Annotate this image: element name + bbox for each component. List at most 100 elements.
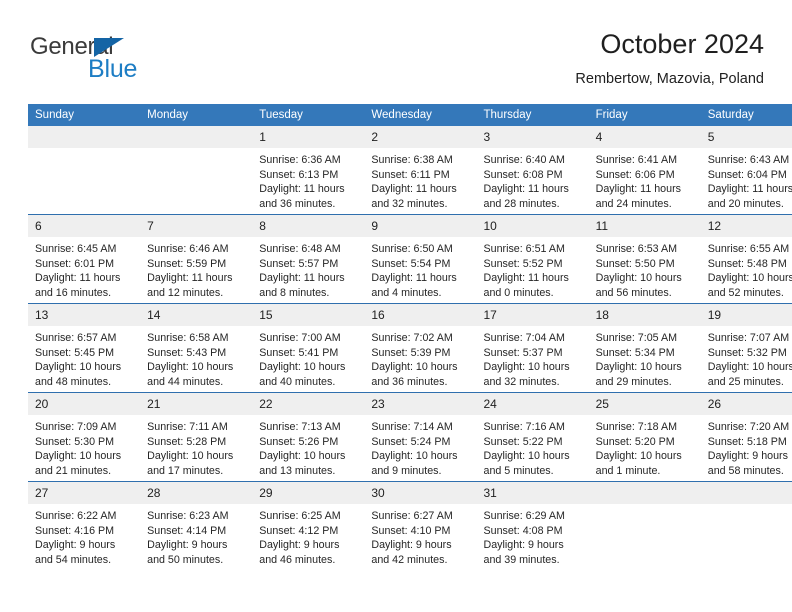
day-number: 23 xyxy=(364,393,477,415)
calendar-day-cell[interactable]: 21 Sunrise: 7:11 AM Sunset: 5:28 PM Dayligh… xyxy=(140,392,253,482)
day-details: Sunrise: 7:11 AM Sunset: 5:28 PM Daylight:… xyxy=(140,415,252,478)
day-box xyxy=(588,482,701,570)
calendar-day-cell[interactable]: 25 Sunrise: 7:18 AM Sunset: 5:20 PM Dayligh… xyxy=(588,392,701,482)
calendar-day-cell[interactable]: 3 Sunrise: 6:40 AM Sunset: 6:08 PM Daylight… xyxy=(476,126,589,215)
calendar-day-cell[interactable]: 18 Sunrise: 7:05 AM Sunset: 5:34 PM Dayligh… xyxy=(588,303,701,393)
sunrise-text: Sunrise: 6:25 AM xyxy=(259,510,341,522)
sunrise-text: Sunrise: 7:05 AM xyxy=(595,332,678,344)
day-number: 4 xyxy=(588,126,701,148)
daylight-text-line2: and 36 minutes. xyxy=(259,197,336,210)
daylight-text-line1: Daylight: 9 hours xyxy=(147,539,228,552)
day-box xyxy=(140,126,253,214)
calendar-day-cell[interactable]: 11 Sunrise: 6:53 AM Sunset: 5:50 PM Dayligh… xyxy=(588,214,701,304)
calendar-day-cell[interactable]: 31 Sunrise: 6:29 AM Sunset: 4:08 PM Dayligh… xyxy=(476,481,589,570)
general-blue-logo[interactable]: General Blue xyxy=(30,34,230,90)
sunset-text: Sunset: 5:34 PM xyxy=(595,346,675,359)
sunset-text: Sunset: 5:28 PM xyxy=(147,435,227,448)
day-number: 21 xyxy=(140,393,253,415)
calendar-day-cell[interactable]: 26 Sunrise: 7:20 AM Sunset: 5:18 PM Dayligh… xyxy=(700,392,792,482)
day-box: 2 Sunrise: 6:38 AM Sunset: 6:11 PM Daylight… xyxy=(364,126,477,214)
daylight-text-line2: and 42 minutes. xyxy=(371,553,448,566)
day-details: Sunrise: 6:51 AM Sunset: 5:52 PM Daylight:… xyxy=(477,237,589,300)
calendar-day-cell[interactable]: 9 Sunrise: 6:50 AM Sunset: 5:54 PM Daylight… xyxy=(364,214,477,304)
daylight-text-line1: Daylight: 10 hours xyxy=(595,272,682,285)
calendar-day-cell[interactable]: 20 Sunrise: 7:09 AM Sunset: 5:30 PM Dayligh… xyxy=(28,392,141,482)
daylight-text-line2: and 54 minutes. xyxy=(35,553,112,566)
sunrise-text: Sunrise: 6:45 AM xyxy=(35,243,117,255)
calendar-day-cell[interactable]: 30 Sunrise: 6:27 AM Sunset: 4:10 PM Dayligh… xyxy=(364,481,477,570)
sunrise-text: Sunrise: 6:22 AM xyxy=(35,510,117,522)
daylight-text-line2: and 4 minutes. xyxy=(371,286,442,299)
day-box: 24 Sunrise: 7:16 AM Sunset: 5:22 PM Dayligh… xyxy=(476,393,589,481)
calendar-day-cell[interactable]: 29 Sunrise: 6:25 AM Sunset: 4:12 PM Dayligh… xyxy=(252,481,365,570)
day-box: 11 Sunrise: 6:53 AM Sunset: 5:50 PM Dayligh… xyxy=(588,215,701,303)
calendar-day-cell[interactable]: 14 Sunrise: 6:58 AM Sunset: 5:43 PM Dayligh… xyxy=(140,303,253,393)
calendar-day-cell[interactable]: 13 Sunrise: 6:57 AM Sunset: 5:45 PM Dayligh… xyxy=(28,303,141,393)
weekday-header-tuesday: Tuesday xyxy=(252,104,365,126)
sunset-text: Sunset: 5:37 PM xyxy=(483,346,563,359)
calendar-day-cell[interactable]: 10 Sunrise: 6:51 AM Sunset: 5:52 PM Dayligh… xyxy=(476,214,589,304)
daylight-text-line1: Daylight: 10 hours xyxy=(259,450,346,463)
daylight-text-line1: Daylight: 10 hours xyxy=(707,272,792,285)
day-details: Sunrise: 6:38 AM Sunset: 6:11 PM Daylight:… xyxy=(364,148,476,211)
sunrise-text: Sunrise: 6:48 AM xyxy=(259,243,341,255)
day-details: Sunrise: 7:18 AM Sunset: 5:20 PM Daylight:… xyxy=(589,415,701,478)
daylight-text-line2: and 24 minutes. xyxy=(595,197,672,210)
calendar-week-row: 20 Sunrise: 7:09 AM Sunset: 5:30 PM Dayligh… xyxy=(28,392,792,482)
calendar-day-cell[interactable]: 7 Sunrise: 6:46 AM Sunset: 5:59 PM Daylight… xyxy=(140,214,253,304)
day-number: 5 xyxy=(700,126,792,148)
sunrise-text: Sunrise: 6:29 AM xyxy=(483,510,565,522)
day-box: 25 Sunrise: 7:18 AM Sunset: 5:20 PM Dayligh… xyxy=(588,393,701,481)
calendar-day-cell[interactable]: 19 Sunrise: 7:07 AM Sunset: 5:32 PM Dayligh… xyxy=(700,303,792,393)
daylight-text-line1: Daylight: 10 hours xyxy=(483,361,570,374)
sunrise-text: Sunrise: 6:43 AM xyxy=(707,154,790,166)
day-details: Sunrise: 7:14 AM Sunset: 5:24 PM Daylight:… xyxy=(364,415,476,478)
day-box: 27 Sunrise: 6:22 AM Sunset: 4:16 PM Dayligh… xyxy=(28,482,141,570)
calendar-header-row: Sunday Monday Tuesday Wednesday Thursday… xyxy=(28,104,792,126)
calendar-day-cell[interactable]: 23 Sunrise: 7:14 AM Sunset: 5:24 PM Dayligh… xyxy=(364,392,477,482)
daylight-text-line2: and 1 minute. xyxy=(595,464,661,477)
sunrise-text: Sunrise: 7:00 AM xyxy=(259,332,341,344)
calendar-day-cell[interactable]: 4 Sunrise: 6:41 AM Sunset: 6:06 PM Daylight… xyxy=(588,126,701,215)
sunset-text: Sunset: 5:20 PM xyxy=(595,435,675,448)
sunrise-text: Sunrise: 6:40 AM xyxy=(483,154,565,166)
calendar-day-cell[interactable]: 22 Sunrise: 7:13 AM Sunset: 5:26 PM Dayligh… xyxy=(252,392,365,482)
calendar-day-cell[interactable]: 1 Sunrise: 6:36 AM Sunset: 6:13 PM Daylight… xyxy=(252,126,365,215)
weekday-header-thursday: Thursday xyxy=(476,104,589,126)
sunrise-text: Sunrise: 6:51 AM xyxy=(483,243,565,255)
calendar-day-cell[interactable]: 16 Sunrise: 7:02 AM Sunset: 5:39 PM Dayligh… xyxy=(364,303,477,393)
day-box: 29 Sunrise: 6:25 AM Sunset: 4:12 PM Dayligh… xyxy=(252,482,365,570)
day-box: 1 Sunrise: 6:36 AM Sunset: 6:13 PM Daylight… xyxy=(252,126,365,214)
calendar-day-cell[interactable]: 15 Sunrise: 7:00 AM Sunset: 5:41 PM Dayligh… xyxy=(252,303,365,393)
sunset-text: Sunset: 5:26 PM xyxy=(259,435,339,448)
sunrise-text: Sunrise: 7:13 AM xyxy=(259,421,341,433)
calendar-day-cell[interactable]: 5 Sunrise: 6:43 AM Sunset: 6:04 PM Daylight… xyxy=(700,126,792,215)
daylight-text-line1: Daylight: 11 hours xyxy=(259,272,345,285)
day-details: Sunrise: 7:13 AM Sunset: 5:26 PM Daylight:… xyxy=(252,415,364,478)
calendar-day-cell[interactable]: 17 Sunrise: 7:04 AM Sunset: 5:37 PM Dayligh… xyxy=(476,303,589,393)
sunset-text: Sunset: 5:39 PM xyxy=(371,346,451,359)
day-details: Sunrise: 6:41 AM Sunset: 6:06 PM Daylight:… xyxy=(589,148,701,211)
day-details: Sunrise: 7:00 AM Sunset: 5:41 PM Daylight:… xyxy=(252,326,364,389)
weekday-header-friday: Friday xyxy=(588,104,701,126)
calendar-day-cell[interactable]: 8 Sunrise: 6:48 AM Sunset: 5:57 PM Daylight… xyxy=(252,214,365,304)
calendar-day-cell[interactable]: 27 Sunrise: 6:22 AM Sunset: 4:16 PM Dayligh… xyxy=(28,481,141,570)
daylight-text-line2: and 32 minutes. xyxy=(371,197,448,210)
sunset-text: Sunset: 4:10 PM xyxy=(371,524,451,537)
weekday-header-sunday: Sunday xyxy=(28,104,141,126)
calendar-day-cell[interactable]: 24 Sunrise: 7:16 AM Sunset: 5:22 PM Dayligh… xyxy=(476,392,589,482)
day-details: Sunrise: 6:55 AM Sunset: 5:48 PM Daylight:… xyxy=(701,237,792,300)
calendar-day-cell[interactable]: 28 Sunrise: 6:23 AM Sunset: 4:14 PM Dayligh… xyxy=(140,481,253,570)
daylight-text-line2: and 56 minutes. xyxy=(595,286,672,299)
day-number: 2 xyxy=(364,126,477,148)
daylight-text-line2: and 13 minutes. xyxy=(259,464,336,477)
day-box: 23 Sunrise: 7:14 AM Sunset: 5:24 PM Dayligh… xyxy=(364,393,477,481)
calendar-day-cell[interactable]: 12 Sunrise: 6:55 AM Sunset: 5:48 PM Dayligh… xyxy=(700,214,792,304)
calendar-day-cell[interactable]: 6 Sunrise: 6:45 AM Sunset: 6:01 PM Daylight… xyxy=(28,214,141,304)
day-number: 12 xyxy=(700,215,792,237)
daylight-text-line2: and 20 minutes. xyxy=(707,197,784,210)
sunrise-text: Sunrise: 6:23 AM xyxy=(147,510,229,522)
calendar-day-cell[interactable]: 2 Sunrise: 6:38 AM Sunset: 6:11 PM Daylight… xyxy=(364,126,477,215)
sunrise-text: Sunrise: 7:07 AM xyxy=(707,332,790,344)
page-title: October 2024 xyxy=(600,29,764,59)
